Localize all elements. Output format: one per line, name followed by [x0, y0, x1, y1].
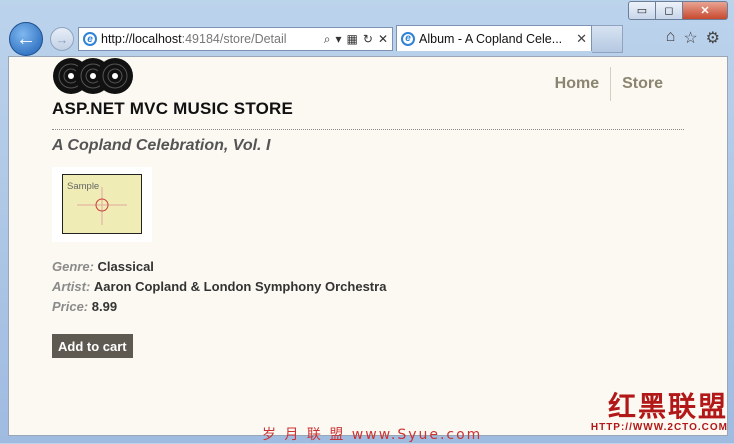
- site-title: ASP.NET MVC MUSIC STORE: [52, 99, 294, 118]
- search-icon[interactable]: ⌕: [324, 32, 331, 47]
- close-window-button[interactable]: ✕: [683, 1, 728, 20]
- nav-store-link[interactable]: Store: [610, 67, 674, 101]
- browser-navbar: ← → e http://localhost:49184/store/Detai…: [0, 22, 734, 56]
- brand-url: HTTP://WWW.2CTO.COM: [590, 422, 728, 433]
- forward-button[interactable]: →: [50, 27, 74, 51]
- new-tab-button[interactable]: [592, 25, 623, 53]
- compat-view-icon[interactable]: ▦: [347, 32, 358, 47]
- page-viewport: ASP.NET MVC MUSIC STORE Home Store A Cop…: [8, 56, 728, 436]
- genre-label: Genre:: [52, 259, 94, 274]
- crosshair-icon: [77, 187, 127, 225]
- dropdown-icon[interactable]: ▾: [336, 32, 342, 47]
- add-to-cart-button[interactable]: Add to cart: [52, 334, 133, 358]
- brand-name: 红黑联盟: [607, 390, 728, 423]
- window-controls: ▭ ◻ ✕: [628, 1, 728, 20]
- window-titlebar: ▭ ◻ ✕: [0, 0, 734, 22]
- artist-label: Artist:: [52, 279, 91, 294]
- url-text[interactable]: http://localhost:49184/store/Detail: [101, 32, 324, 46]
- stop-icon[interactable]: ✕: [378, 32, 388, 47]
- settings-gear-icon[interactable]: ⚙: [706, 28, 720, 48]
- price-row: Price: 8.99: [52, 299, 386, 314]
- artist-row: Artist: Aaron Copland & London Symphony …: [52, 279, 386, 294]
- home-icon[interactable]: ⌂: [666, 28, 676, 48]
- artist-value: Aaron Copland & London Symphony Orchestr…: [93, 279, 387, 294]
- favorites-star-icon[interactable]: ☆: [683, 28, 697, 48]
- address-controls: ⌕ ▾ ▦ ↻ ✕: [324, 32, 392, 47]
- price-label: Price:: [52, 299, 89, 314]
- price-value: 8.99: [91, 299, 118, 314]
- browser-tab-active[interactable]: e Album - A Copland Cele... ✕: [396, 25, 592, 51]
- music-store-logo: [53, 58, 133, 94]
- back-arrow-icon: ←: [16, 27, 36, 50]
- album-details: Genre: Classical Artist: Aaron Copland &…: [52, 259, 386, 319]
- site-header: ASP.NET MVC MUSIC STORE Home Store: [52, 57, 684, 130]
- minimize-button[interactable]: ▭: [628, 1, 656, 20]
- site-nav: Home Store: [544, 67, 674, 101]
- tab-title: Album - A Copland Cele...: [419, 31, 563, 46]
- refresh-icon[interactable]: ↻: [363, 32, 373, 47]
- tab-close-icon[interactable]: ✕: [576, 31, 587, 47]
- tab-ie-icon: e: [401, 31, 415, 46]
- maximize-button[interactable]: ◻: [656, 1, 683, 20]
- album-title: A Copland Celebration, Vol. I: [52, 137, 271, 154]
- album-art: Sample: [52, 167, 152, 242]
- browser-toolbar: ⌂ ☆ ⚙: [666, 28, 720, 48]
- watermark-brand: 红黑联盟 HTTP://WWW.2CTO.COM: [590, 390, 728, 434]
- ie-page-icon: e: [83, 32, 97, 46]
- genre-value: Classical: [97, 259, 154, 274]
- url-host: http://localhost: [101, 32, 182, 46]
- watermark-center: 岁 月 联 盟 www.Syue.com: [262, 427, 483, 443]
- url-path: :49184/store/Detail: [181, 32, 287, 46]
- back-button[interactable]: ←: [9, 22, 43, 56]
- nav-home-link[interactable]: Home: [544, 67, 610, 101]
- address-bar[interactable]: e http://localhost:49184/store/Detail ⌕ …: [78, 27, 393, 51]
- forward-arrow-icon: →: [55, 31, 69, 47]
- genre-row: Genre: Classical: [52, 259, 386, 274]
- album-art-placeholder: Sample: [62, 174, 142, 234]
